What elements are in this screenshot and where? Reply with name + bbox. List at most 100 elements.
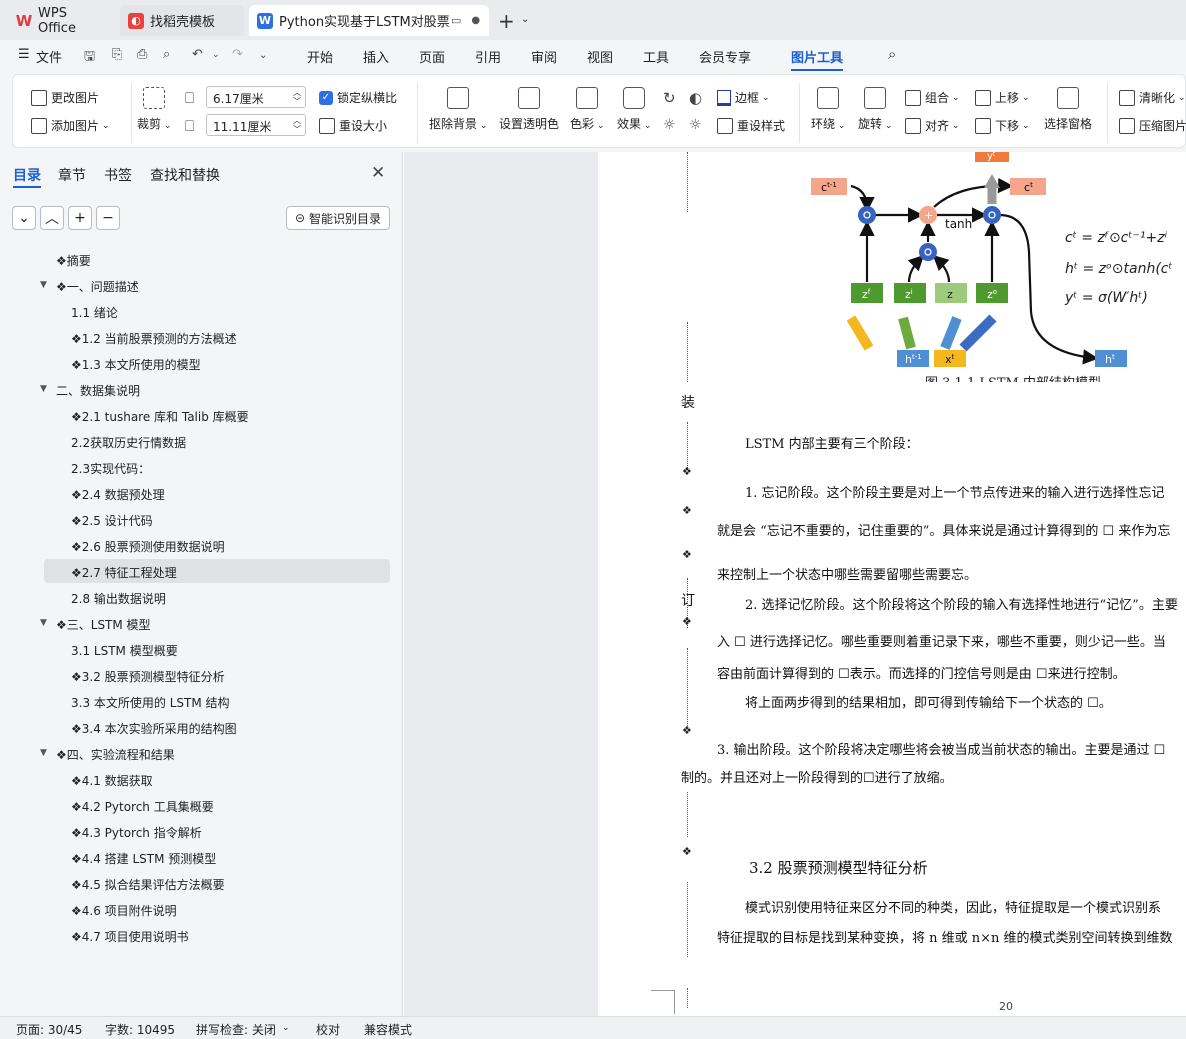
menu-member[interactable]: 会员专享 — [699, 47, 751, 66]
group-button[interactable]: 组合 ⌄ — [905, 89, 960, 106]
tab-chapter[interactable]: 章节 — [58, 165, 86, 185]
expand-button[interactable]: ︿ — [40, 206, 64, 230]
toc-item[interactable]: ❖1.3 本文所使用的模型 — [71, 356, 201, 373]
toc-item[interactable]: ❖一、问题描述 — [56, 278, 139, 295]
height-spinner-icon[interactable]: ︿ ﹀ — [293, 116, 301, 134]
set-transparent-button[interactable]: 设置透明色 — [499, 87, 559, 132]
print-icon[interactable]: ⎙ — [137, 47, 147, 62]
compress-button[interactable]: 压缩图片 — [1119, 117, 1186, 134]
toc-item[interactable]: ❖4.5 拟合结果评估方法概要 — [71, 876, 225, 893]
menu-picture-tools[interactable]: 图片工具 — [791, 47, 844, 71]
color-button[interactable]: 色彩 ⌄ — [570, 87, 604, 132]
tab-wps-office[interactable]: W WPS Office — [8, 5, 114, 36]
toc-item[interactable]: ❖2.4 数据预处理 — [71, 486, 165, 503]
change-image-button[interactable]: 更改图片 — [31, 89, 99, 106]
tab-docer[interactable]: ◐ 找稻壳模板 — [120, 5, 244, 36]
redo-icon[interactable]: ↷ — [232, 47, 243, 62]
width-spinner-icon[interactable]: ︿ ﹀ — [293, 88, 301, 106]
toc-item[interactable]: 1.1 绪论 — [71, 304, 118, 321]
tab-bookmark[interactable]: 书签 — [104, 165, 132, 185]
new-tab-plus-icon[interactable]: + — [498, 9, 515, 33]
toc-item[interactable]: ❖4.1 数据获取 — [71, 772, 153, 789]
ai-toc-button[interactable]: ⊝ 智能识别目录 — [286, 206, 390, 230]
toc-item[interactable]: ❖4.4 搭建 LSTM 预测模型 — [71, 850, 216, 867]
align-button[interactable]: 对齐 ⌄ — [905, 117, 960, 134]
toc-item[interactable]: ❖2.5 设计代码 — [71, 512, 153, 529]
tab-find-replace[interactable]: 查找和替换 — [150, 165, 220, 185]
contrast-icon[interactable]: ◐ — [689, 89, 702, 107]
menu-reference[interactable]: 引用 — [475, 47, 501, 66]
toc-item[interactable]: 2.3实现代码： — [71, 460, 150, 477]
menu-start[interactable]: 开始 — [307, 47, 333, 66]
toc-item[interactable]: ❖1.2 当前股票预测的方法概述 — [71, 330, 237, 347]
spell-check[interactable]: 拼写检查: 关闭 — [196, 1021, 276, 1038]
hamburger-icon[interactable]: ☰ — [18, 47, 30, 62]
brightness-up-icon[interactable]: ☼ — [663, 117, 676, 133]
toc-item[interactable]: ❖2.6 股票预测使用数据说明 — [71, 538, 225, 555]
undo-icon[interactable]: ↶ — [192, 47, 203, 62]
height-input[interactable]: 11.11厘米 ︿ ﹀ — [206, 114, 306, 136]
rotate-button[interactable]: 旋转 ⌄ — [858, 87, 892, 132]
wrap-button[interactable]: 环绕 ⌄ — [811, 87, 845, 132]
menu-page[interactable]: 页面 — [419, 47, 445, 66]
reset-size-button[interactable]: 重设大小 — [319, 117, 387, 134]
tab-document[interactable]: W Python实现基于LSTM对股票走 ▭ ● — [249, 5, 489, 36]
add-image-button[interactable]: 添加图片 ⌄ — [31, 117, 110, 134]
toc-item[interactable]: ❖4.7 项目使用说明书 — [71, 928, 189, 945]
undo-chevron-icon[interactable]: ⌄ — [212, 50, 220, 60]
menu-tools[interactable]: 工具 — [643, 47, 669, 66]
sharpen-button[interactable]: 清晰化 ⌄ — [1119, 89, 1186, 106]
brightness-down-icon[interactable]: ☼ — [689, 117, 702, 133]
crop-button[interactable]: 裁剪 ⌄ — [137, 87, 171, 132]
toc-item[interactable]: 3.3 本文所使用的 LSTM 结构 — [71, 694, 230, 711]
border-button[interactable]: 边框 ⌄ — [717, 89, 770, 106]
spell-check-chevron-icon[interactable]: ⌄ — [282, 1023, 290, 1033]
bring-up-button[interactable]: 上移 ⌄ — [975, 89, 1030, 106]
toc-item[interactable]: ❖3.4 本次实验所采用的结构图 — [71, 720, 237, 737]
toc-item-selected[interactable]: ❖2.7 特征工程处理 — [71, 564, 177, 581]
toc-item[interactable]: 2.2获取历史行情数据 — [71, 434, 186, 451]
add-toc-button[interactable]: + — [68, 206, 92, 230]
toc-item[interactable]: ❖4.6 项目附件说明 — [71, 902, 177, 919]
menu-review[interactable]: 审阅 — [531, 47, 557, 66]
send-down-button[interactable]: 下移 ⌄ — [975, 117, 1030, 134]
remove-bg-button[interactable]: 抠除背景 ⌄ — [429, 87, 487, 132]
toc-item[interactable]: 2.8 输出数据说明 — [71, 590, 166, 607]
document-page[interactable]: 装 订 ❖ ❖ ❖ ❖ ❖ ❖ + tanh ct-1 ct yt zf zi … — [599, 152, 1186, 1016]
save-icon[interactable]: 🖫 — [84, 47, 95, 69]
rotate-right-icon[interactable]: ↻ — [663, 89, 676, 107]
menu-file[interactable]: 文件 — [36, 47, 62, 66]
toc-collapse-arrow-icon[interactable]: ▼ — [40, 280, 47, 290]
toc-item[interactable]: ❖三、LSTM 模型 — [56, 616, 151, 633]
search-icon[interactable]: ⌕ — [888, 45, 896, 63]
remove-toc-button[interactable]: − — [96, 206, 120, 230]
toc-collapse-arrow-icon[interactable]: ▼ — [40, 748, 47, 758]
more-chevron-icon[interactable]: ⌄ — [259, 50, 267, 61]
toc-item[interactable]: ❖摘要 — [56, 252, 91, 269]
monitor-icon[interactable]: ▭ — [451, 14, 461, 27]
effects-button[interactable]: 效果 ⌄ — [617, 87, 651, 132]
toc-item[interactable]: ❖2.1 tushare 库和 Talib 库概要 — [71, 408, 249, 425]
close-icon[interactable]: ✕ — [371, 163, 385, 183]
toc-item[interactable]: ❖4.3 Pytorch 指令解析 — [71, 824, 202, 841]
toc-item[interactable]: 3.1 LSTM 模型概要 — [71, 642, 178, 659]
toc-item[interactable]: ❖4.2 Pytorch 工具集概要 — [71, 798, 214, 815]
tab-toc[interactable]: 目录 — [13, 165, 41, 185]
toc-item[interactable]: ❖四、实验流程和结果 — [56, 746, 175, 763]
menu-view[interactable]: 视图 — [587, 47, 613, 66]
tab-dot-icon[interactable]: ● — [471, 15, 480, 26]
menu-insert[interactable]: 插入 — [363, 47, 389, 66]
lock-ratio-checkbox[interactable]: ✓ 锁定纵横比 — [319, 89, 397, 106]
toc-item[interactable]: ❖3.2 股票预测模型特征分析 — [71, 668, 225, 685]
export-icon[interactable]: ⎘ — [112, 47, 122, 62]
toc-collapse-arrow-icon[interactable]: ▼ — [40, 384, 47, 394]
toc-collapse-arrow-icon[interactable]: ▼ — [40, 618, 47, 628]
lstm-structure-figure[interactable]: + tanh ct-1 ct yt zf zi z zo ht-1 xt ht … — [799, 152, 1186, 374]
reset-style-button[interactable]: 重设样式 — [717, 117, 785, 134]
tab-list-chevron-icon[interactable]: ⌄ — [521, 14, 529, 25]
page-indicator[interactable]: 页面: 30/45 — [16, 1021, 82, 1038]
proofread[interactable]: 校对 — [316, 1021, 340, 1038]
width-input[interactable]: 6.17厘米 ︿ ﹀ — [206, 86, 306, 108]
select-pane-button[interactable]: 选择窗格 — [1044, 87, 1092, 132]
preview-icon[interactable]: ⌕ — [163, 47, 170, 62]
